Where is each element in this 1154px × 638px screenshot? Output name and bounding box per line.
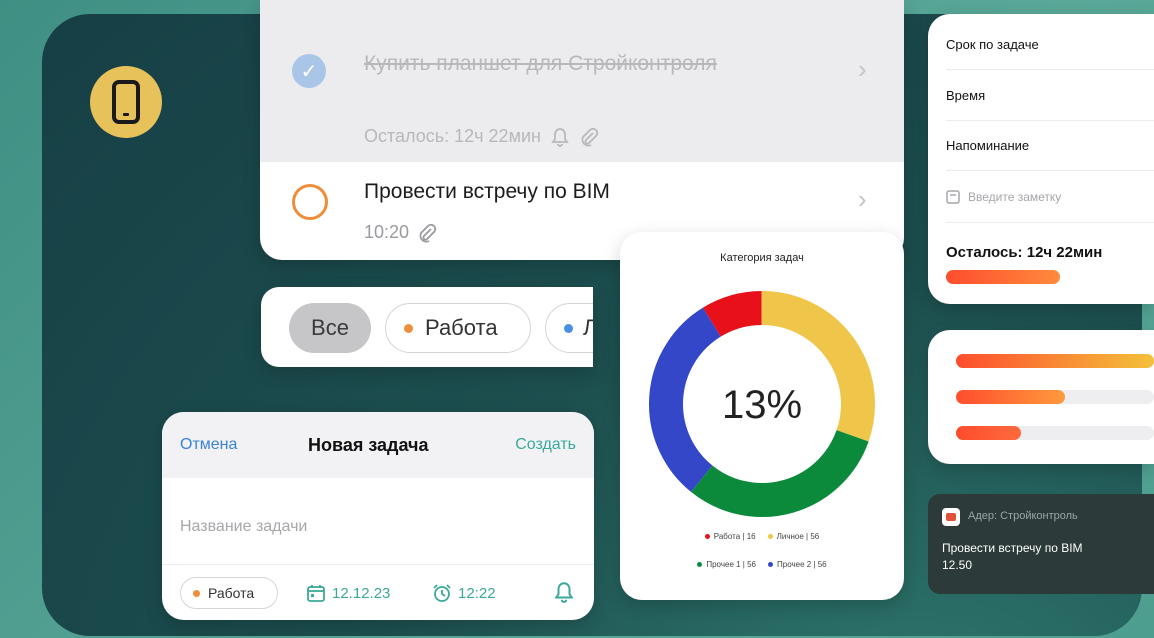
alarm-clock-icon bbox=[433, 584, 451, 602]
date-value: 12.12.23 bbox=[332, 584, 391, 602]
note-icon bbox=[946, 190, 960, 204]
notification-line-1: Провести встречу по BIM bbox=[942, 541, 1083, 555]
legend-item: Личное | 56 bbox=[767, 532, 819, 541]
personal-dot bbox=[564, 323, 573, 333]
new-task-sheet: Отмена Новая задача Создать Название зад… bbox=[162, 412, 594, 620]
category-chip[interactable]: Работа bbox=[180, 577, 278, 609]
completed-task-remaining: Осталось: 12ч 22мин bbox=[364, 126, 599, 147]
donut-slice-3 bbox=[649, 307, 722, 492]
legend-item: Работа | 16 bbox=[704, 532, 756, 541]
donut-chart: 13% bbox=[649, 291, 875, 517]
remaining-label: Осталось: 12ч 22мин bbox=[946, 244, 1103, 261]
task-checkbox[interactable] bbox=[292, 184, 328, 220]
work-dot bbox=[404, 323, 413, 333]
chevron-right-icon[interactable]: › bbox=[858, 54, 867, 85]
task-options-bar: Работа 12.12.23 12:22 bbox=[162, 564, 594, 620]
remaining-text: Осталось: 12ч 22мин bbox=[364, 126, 541, 146]
legend-item: Прочее 2 | 56 bbox=[768, 560, 827, 569]
push-notification[interactable]: Адер: Стройконтроль Провести встречу по … bbox=[928, 494, 1154, 594]
deadline-row[interactable]: Срок по задаче bbox=[946, 19, 1154, 70]
reminder-row[interactable]: Напоминание bbox=[946, 120, 1154, 171]
filter-chips: Все Работа Л bbox=[261, 287, 593, 367]
chart-title: Категория задач bbox=[720, 252, 804, 264]
note-placeholder: Введите заметку bbox=[968, 190, 1062, 204]
cancel-button[interactable]: Отмена bbox=[180, 436, 237, 454]
filter-work[interactable]: Работа bbox=[385, 303, 531, 353]
filter-all[interactable]: Все bbox=[289, 303, 371, 353]
progress-fill bbox=[956, 390, 1065, 404]
progress-track bbox=[956, 426, 1154, 440]
completed-task-title: Купить планшет для Стройконтроля bbox=[364, 52, 717, 75]
center-percentage: 13% bbox=[722, 383, 802, 427]
chart-legend-row-2: Прочее 1 | 56 Прочее 2 | 56 bbox=[620, 560, 904, 569]
notification-line-2: 12.50 bbox=[942, 558, 973, 572]
time-row[interactable]: Время bbox=[946, 70, 1154, 121]
legend-item: Прочее 1 | 56 bbox=[697, 560, 756, 569]
remaining-progress-bar bbox=[946, 270, 1060, 284]
category-chart-card: Категория задач 13% Работа | 16 Личное |… bbox=[620, 232, 904, 600]
time-value: 12:22 bbox=[458, 584, 496, 602]
calendar-icon bbox=[307, 585, 325, 602]
paperclip-icon bbox=[581, 127, 599, 146]
chart-legend-row-1: Работа | 16 Личное | 56 bbox=[620, 532, 904, 541]
filter-personal-label: Л bbox=[583, 315, 593, 340]
create-button[interactable]: Создать bbox=[515, 436, 576, 454]
paperclip-icon bbox=[419, 223, 437, 242]
task-detail-card: Срок по задаче Время Напоминание Введите… bbox=[928, 14, 1154, 304]
sheet-header: Отмена Новая задача Создать bbox=[162, 412, 594, 478]
phone-icon bbox=[90, 66, 162, 138]
time-picker[interactable]: 12:22 bbox=[432, 583, 496, 603]
filter-personal[interactable]: Л bbox=[545, 303, 593, 353]
bell-icon[interactable] bbox=[554, 581, 574, 603]
notification-app-name: Адер: Стройконтроль bbox=[968, 510, 1078, 522]
work-dot bbox=[193, 589, 200, 597]
active-task-time-row: 10:20 bbox=[364, 222, 437, 243]
donut-slice-2 bbox=[691, 429, 869, 517]
note-input[interactable]: Введите заметку bbox=[946, 172, 1154, 223]
active-task-title: Провести встречу по BIM bbox=[364, 180, 610, 203]
chevron-right-icon[interactable]: › bbox=[858, 184, 867, 215]
category-label: Работа bbox=[208, 585, 255, 601]
date-picker[interactable]: 12.12.23 bbox=[306, 583, 390, 603]
progress-fill bbox=[956, 426, 1022, 440]
donut-slice-0 bbox=[702, 291, 763, 337]
sheet-title: Новая задача bbox=[308, 435, 429, 455]
app-icon bbox=[942, 508, 960, 526]
notification-text: Провести встречу по BIM 12.50 bbox=[942, 540, 1083, 574]
task-name-input[interactable]: Название задачи bbox=[180, 518, 307, 536]
progress-fill bbox=[956, 354, 1154, 368]
bell-icon bbox=[551, 127, 569, 147]
progress-track bbox=[956, 354, 1154, 368]
progress-track bbox=[956, 390, 1154, 404]
progress-card bbox=[928, 330, 1154, 464]
checkmark-icon[interactable]: ✓ bbox=[292, 54, 326, 88]
task-time: 10:20 bbox=[364, 222, 410, 242]
filter-work-label: Работа bbox=[425, 315, 498, 340]
